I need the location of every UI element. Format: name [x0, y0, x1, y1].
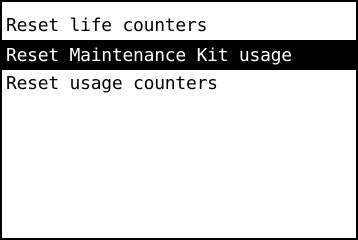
menu-list: Reset life counters Reset Maintenance Ki… [2, 12, 356, 98]
menu-item-reset-maintenance-kit-usage[interactable]: Reset Maintenance Kit usage [2, 42, 356, 70]
lcd-screen: Reset life counters Reset Maintenance Ki… [0, 0, 358, 240]
menu-item-reset-usage-counters[interactable]: Reset usage counters [2, 70, 356, 98]
menu-item-reset-life-counters[interactable]: Reset life counters [2, 12, 356, 42]
